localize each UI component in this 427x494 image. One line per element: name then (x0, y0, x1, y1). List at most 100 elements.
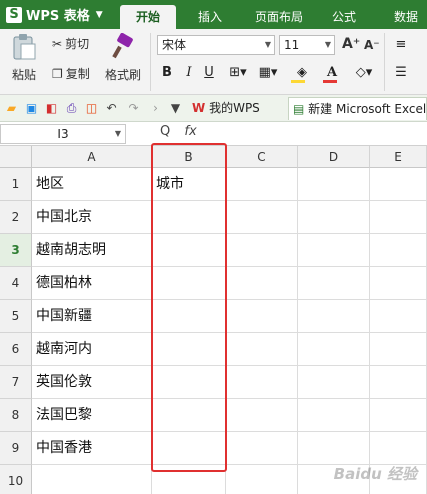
cell-c8[interactable] (226, 399, 298, 432)
tab-formulas[interactable]: 公式 (324, 5, 364, 29)
clear-format-button[interactable]: ◇▾ (352, 63, 376, 83)
cell-a10[interactable] (32, 465, 152, 494)
borders-button[interactable]: ⊞▾ (224, 63, 252, 83)
cell-b6[interactable] (152, 333, 226, 366)
cell-d6[interactable] (298, 333, 370, 366)
cell-d3[interactable] (298, 234, 370, 267)
tab-insert[interactable]: 插入 (188, 5, 232, 29)
cell-a3[interactable]: 越南胡志明 (32, 234, 152, 267)
font-color-button[interactable]: A (320, 63, 344, 83)
row-header-7[interactable]: 7 (0, 366, 32, 399)
select-all-corner[interactable] (0, 146, 32, 168)
row-header-3[interactable]: 3 (0, 234, 32, 267)
font-name-select[interactable]: 宋体 ▼ (157, 35, 275, 55)
name-box[interactable]: I3 ▼ (0, 124, 126, 144)
cell-a6[interactable]: 越南河内 (32, 333, 152, 366)
cell-e7[interactable] (370, 366, 427, 399)
cell-c4[interactable] (226, 267, 298, 300)
fill-color-button[interactable]: ◈ (288, 63, 316, 83)
tab-home[interactable]: 开始 (120, 5, 176, 29)
cell-b3[interactable] (152, 234, 226, 267)
cell-c7[interactable] (226, 366, 298, 399)
column-header-e[interactable]: E (370, 146, 427, 168)
cell-b7[interactable] (152, 366, 226, 399)
cell-b10[interactable] (152, 465, 226, 494)
cell-e1[interactable] (370, 168, 427, 201)
row-header-1[interactable]: 1 (0, 168, 32, 201)
print-icon[interactable]: ⎙ (64, 101, 79, 116)
cell-a1[interactable]: 地区 (32, 168, 152, 201)
cell-c1[interactable] (226, 168, 298, 201)
row-header-2[interactable]: 2 (0, 201, 32, 234)
shrink-font-button[interactable]: A⁻ (364, 38, 380, 52)
app-menu-button[interactable]: S WPS 表格 ▼ (0, 0, 112, 29)
cell-c5[interactable] (226, 300, 298, 333)
tab-page-layout[interactable]: 页面布局 (246, 5, 312, 29)
cell-d8[interactable] (298, 399, 370, 432)
row-header-5[interactable]: 5 (0, 300, 32, 333)
tab-my-wps[interactable]: W 我的WPS (188, 97, 284, 120)
export-pdf-icon[interactable]: ◧ (44, 101, 59, 116)
cell-d7[interactable] (298, 366, 370, 399)
cell-e4[interactable] (370, 267, 427, 300)
print-preview-icon[interactable]: ◫ (84, 101, 99, 116)
cell-e3[interactable] (370, 234, 427, 267)
undo-icon[interactable]: ↶ (104, 101, 119, 116)
tab-data[interactable]: 数据 (386, 5, 426, 29)
cell-d2[interactable] (298, 201, 370, 234)
cell-a7[interactable]: 英国伦敦 (32, 366, 152, 399)
tab-workbook[interactable]: ▤ 新建 Microsoft Excel (288, 97, 427, 120)
column-header-c[interactable]: C (226, 146, 298, 168)
format-painter-button[interactable]: 格式刷 (103, 32, 143, 83)
paste-button[interactable]: 粘贴 (6, 33, 42, 83)
cell-d4[interactable] (298, 267, 370, 300)
row-header-9[interactable]: 9 (0, 432, 32, 465)
chevron-down-icon[interactable]: ▼ (168, 101, 183, 116)
cell-c2[interactable] (226, 201, 298, 234)
save-icon[interactable]: ▣ (24, 101, 39, 116)
formula-input[interactable] (225, 124, 425, 144)
cell-b4[interactable] (152, 267, 226, 300)
cell-c10[interactable] (226, 465, 298, 494)
cell-d9[interactable] (298, 432, 370, 465)
align-left-button[interactable]: ☰ (392, 63, 410, 83)
copy-button[interactable]: ❐ 复制 (52, 65, 90, 82)
row-header-6[interactable]: 6 (0, 333, 32, 366)
cell-c9[interactable] (226, 432, 298, 465)
column-header-a[interactable]: A (32, 146, 152, 168)
underline-button[interactable]: U (200, 63, 218, 83)
open-folder-icon[interactable]: ▰ (4, 101, 19, 116)
italic-button[interactable]: I (180, 63, 198, 83)
cell-b2[interactable] (152, 201, 226, 234)
cell-d1[interactable] (298, 168, 370, 201)
fx-icon[interactable]: fx (184, 124, 196, 139)
cell-style-button[interactable]: ▦▾ (254, 63, 282, 83)
cell-c3[interactable] (226, 234, 298, 267)
cell-a9[interactable]: 中国香港 (32, 432, 152, 465)
cell-c6[interactable] (226, 333, 298, 366)
cell-a8[interactable]: 法国巴黎 (32, 399, 152, 432)
cell-e8[interactable] (370, 399, 427, 432)
redo-icon[interactable]: ↷ (126, 101, 141, 116)
cell-e9[interactable] (370, 432, 427, 465)
column-header-d[interactable]: D (298, 146, 370, 168)
column-header-b[interactable]: B (152, 146, 226, 168)
row-header-8[interactable]: 8 (0, 399, 32, 432)
more-chevron-icon[interactable]: › (148, 101, 163, 116)
cell-e6[interactable] (370, 333, 427, 366)
row-header-10[interactable]: 10 (0, 465, 32, 494)
cell-e2[interactable] (370, 201, 427, 234)
bold-button[interactable]: B (158, 63, 176, 83)
cut-button[interactable]: ✂ 剪切 (52, 35, 89, 52)
cell-b8[interactable] (152, 399, 226, 432)
row-header-4[interactable]: 4 (0, 267, 32, 300)
align-top-button[interactable]: ≡ (392, 35, 410, 55)
cell-e5[interactable] (370, 300, 427, 333)
cell-d5[interactable] (298, 300, 370, 333)
cell-b9[interactable] (152, 432, 226, 465)
zoom-icon[interactable]: Q (160, 124, 170, 139)
cell-b1[interactable]: 城市 (152, 168, 226, 201)
cell-a2[interactable]: 中国北京 (32, 201, 152, 234)
cell-a5[interactable]: 中国新疆 (32, 300, 152, 333)
cell-b5[interactable] (152, 300, 226, 333)
